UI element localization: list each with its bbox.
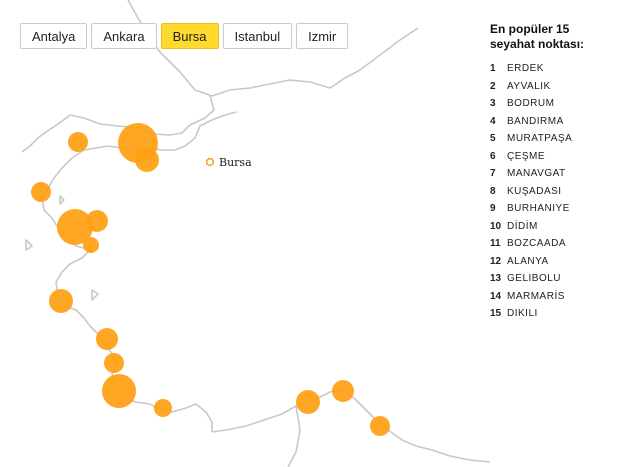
legend-item: 14 MARMARİS xyxy=(490,288,615,306)
legend-rank: 8 xyxy=(490,185,496,197)
legend-rank: 9 xyxy=(490,203,496,215)
tab-antalya[interactable]: Antalya xyxy=(20,23,88,49)
legend-rank: 11 xyxy=(490,238,501,250)
legend-name: ALANYA xyxy=(507,255,549,267)
tab-ankara[interactable]: Ankara xyxy=(91,23,157,49)
legend-name: MANAVGAT xyxy=(507,168,566,180)
legend-rank: 4 xyxy=(490,115,496,127)
legend-name: BANDIRMA xyxy=(507,115,564,127)
legend-item: 15 DIKILI xyxy=(490,305,615,323)
legend-rank: 1 xyxy=(490,63,496,75)
legend-name: BOZCAADA xyxy=(507,238,567,250)
destination-bubble[interactable] xyxy=(68,132,88,152)
legend: En popüler 15 seyahat noktası: 1 ERDEK 2 AY… xyxy=(490,22,615,323)
legend-name: MARMARİS xyxy=(507,290,565,302)
legend-rank: 3 xyxy=(490,98,496,110)
legend-rank: 7 xyxy=(490,168,496,180)
legend-item: 8 KUŞADASI xyxy=(490,183,615,201)
legend-rank: 2 xyxy=(490,80,496,92)
legend-list: 1 ERDEK 2 AYVALIK 3 BODRUM 4 BANDIRMA 5 MURATPAŞA… xyxy=(490,60,615,323)
legend-item: 7 MANAVGAT xyxy=(490,165,615,183)
legend-rank: 12 xyxy=(490,255,502,267)
legend-item: 4 BANDIRMA xyxy=(490,113,615,131)
marker-layer xyxy=(31,123,390,436)
selected-city-icon xyxy=(205,157,215,167)
legend-name: DİDİM xyxy=(507,220,538,232)
legend-name: ÇEŞME xyxy=(507,150,546,162)
legend-name: BODRUM xyxy=(507,98,555,110)
destination-bubble[interactable] xyxy=(370,416,390,436)
legend-name: DIKILI xyxy=(507,308,538,320)
legend-item: 3 BODRUM xyxy=(490,95,615,113)
legend-item: 5 MURATPAŞA xyxy=(490,130,615,148)
coastline xyxy=(21,0,491,467)
legend-name: ERDEK xyxy=(507,63,544,75)
legend-name: BURHANIYE xyxy=(507,203,570,215)
legend-name: GELIBOLU xyxy=(507,273,562,285)
legend-item: 9 BURHANIYE xyxy=(490,200,615,218)
destination-bubble[interactable] xyxy=(96,328,118,350)
legend-rank: 10 xyxy=(490,220,502,232)
legend-item: 10 DİDİM xyxy=(490,218,615,236)
destination-bubble[interactable] xyxy=(332,380,354,402)
destination-bubble[interactable] xyxy=(296,390,320,414)
legend-rank: 13 xyxy=(490,273,502,285)
legend-title: En popüler 15 seyahat noktası: xyxy=(490,22,585,51)
legend-rank: 6 xyxy=(490,150,496,162)
tab-izmir[interactable]: Izmir xyxy=(296,23,349,49)
legend-name: AYVALIK xyxy=(507,80,551,92)
legend-item: 11 BOZCAADA xyxy=(490,235,615,253)
tab-bursa[interactable]: Bursa xyxy=(160,23,219,49)
legend-rank: 15 xyxy=(490,308,502,320)
legend-item: 6 ÇEŞME xyxy=(490,148,615,166)
destination-bubble[interactable] xyxy=(102,374,136,408)
destination-bubble[interactable] xyxy=(86,210,108,232)
legend-rank: 14 xyxy=(490,290,502,302)
legend-item: 1 ERDEK xyxy=(490,60,615,78)
destination-bubble[interactable] xyxy=(154,399,172,417)
destination-bubble[interactable] xyxy=(104,353,124,373)
legend-name: KUŞADASI xyxy=(507,185,562,197)
city-marker-bursa[interactable]: Bursa xyxy=(205,156,252,169)
legend-item: 2 AYVALIK xyxy=(490,78,615,96)
city-tabs: Antalya Ankara Bursa Istanbul Izmir xyxy=(20,23,349,49)
tab-istanbul[interactable]: Istanbul xyxy=(222,23,293,49)
destination-bubble[interactable] xyxy=(49,289,73,313)
legend-item: 12 ALANYA xyxy=(490,253,615,271)
destination-bubble[interactable] xyxy=(83,237,99,253)
legend-rank: 5 xyxy=(490,133,496,145)
destination-bubble[interactable] xyxy=(135,148,159,172)
legend-item: 13 GELIBOLU xyxy=(490,270,615,288)
legend-name: MURATPAŞA xyxy=(507,133,573,145)
selected-city-label: Bursa xyxy=(219,156,252,169)
destination-bubble[interactable] xyxy=(31,182,51,202)
